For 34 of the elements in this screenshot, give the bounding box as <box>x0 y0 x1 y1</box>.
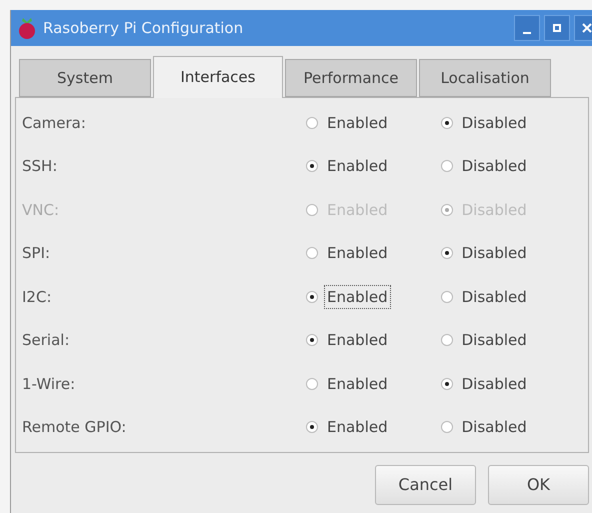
radio-option[interactable]: Disabled <box>440 328 530 352</box>
radio-option[interactable]: Enabled <box>306 372 391 396</box>
setting-label: I2C: <box>22 288 52 306</box>
radio-option[interactable]: Disabled <box>440 154 530 178</box>
tab[interactable]: Performance <box>285 59 417 97</box>
radio-option[interactable]: Enabled <box>306 328 391 352</box>
setting-label: Serial: <box>22 331 70 350</box>
setting-label: VNC: <box>22 200 60 219</box>
radio-option[interactable]: Disabled <box>440 284 530 309</box>
raspberry-icon <box>17 16 37 40</box>
radio-option[interactable]: Enabled <box>306 110 391 135</box>
setting-label: Camera: <box>22 114 86 132</box>
setting-label: SPI: <box>22 244 50 262</box>
setting-label: 1-Wire: <box>22 374 76 393</box>
maximize-button[interactable] <box>544 15 570 41</box>
dialog-button[interactable]: OK <box>488 465 589 505</box>
minimize-icon <box>523 32 531 34</box>
radio-option[interactable]: Disabled <box>440 110 530 135</box>
dialog-button[interactable]: Cancel <box>375 465 476 505</box>
window-title: Rasoberry Pi Configuration <box>43 18 244 39</box>
radio-option[interactable]: Enabled <box>306 241 391 266</box>
tab[interactable]: Localisation <box>419 59 551 97</box>
maximize-icon <box>553 24 561 32</box>
radio-option[interactable]: Disabled <box>440 241 530 266</box>
setting-label: SSH: <box>22 157 58 176</box>
radio-option[interactable]: Disabled <box>440 372 530 396</box>
radio-option[interactable]: Enabled <box>306 154 391 178</box>
radio-option[interactable]: Disabled <box>440 415 530 440</box>
minimize-button[interactable] <box>514 15 540 41</box>
radio-option[interactable]: Enabled <box>306 415 391 440</box>
tab[interactable]: System <box>19 59 151 97</box>
tab[interactable]: Interfaces <box>153 56 283 98</box>
setting-label: Remote GPIO: <box>22 418 126 436</box>
close-icon <box>582 23 592 33</box>
